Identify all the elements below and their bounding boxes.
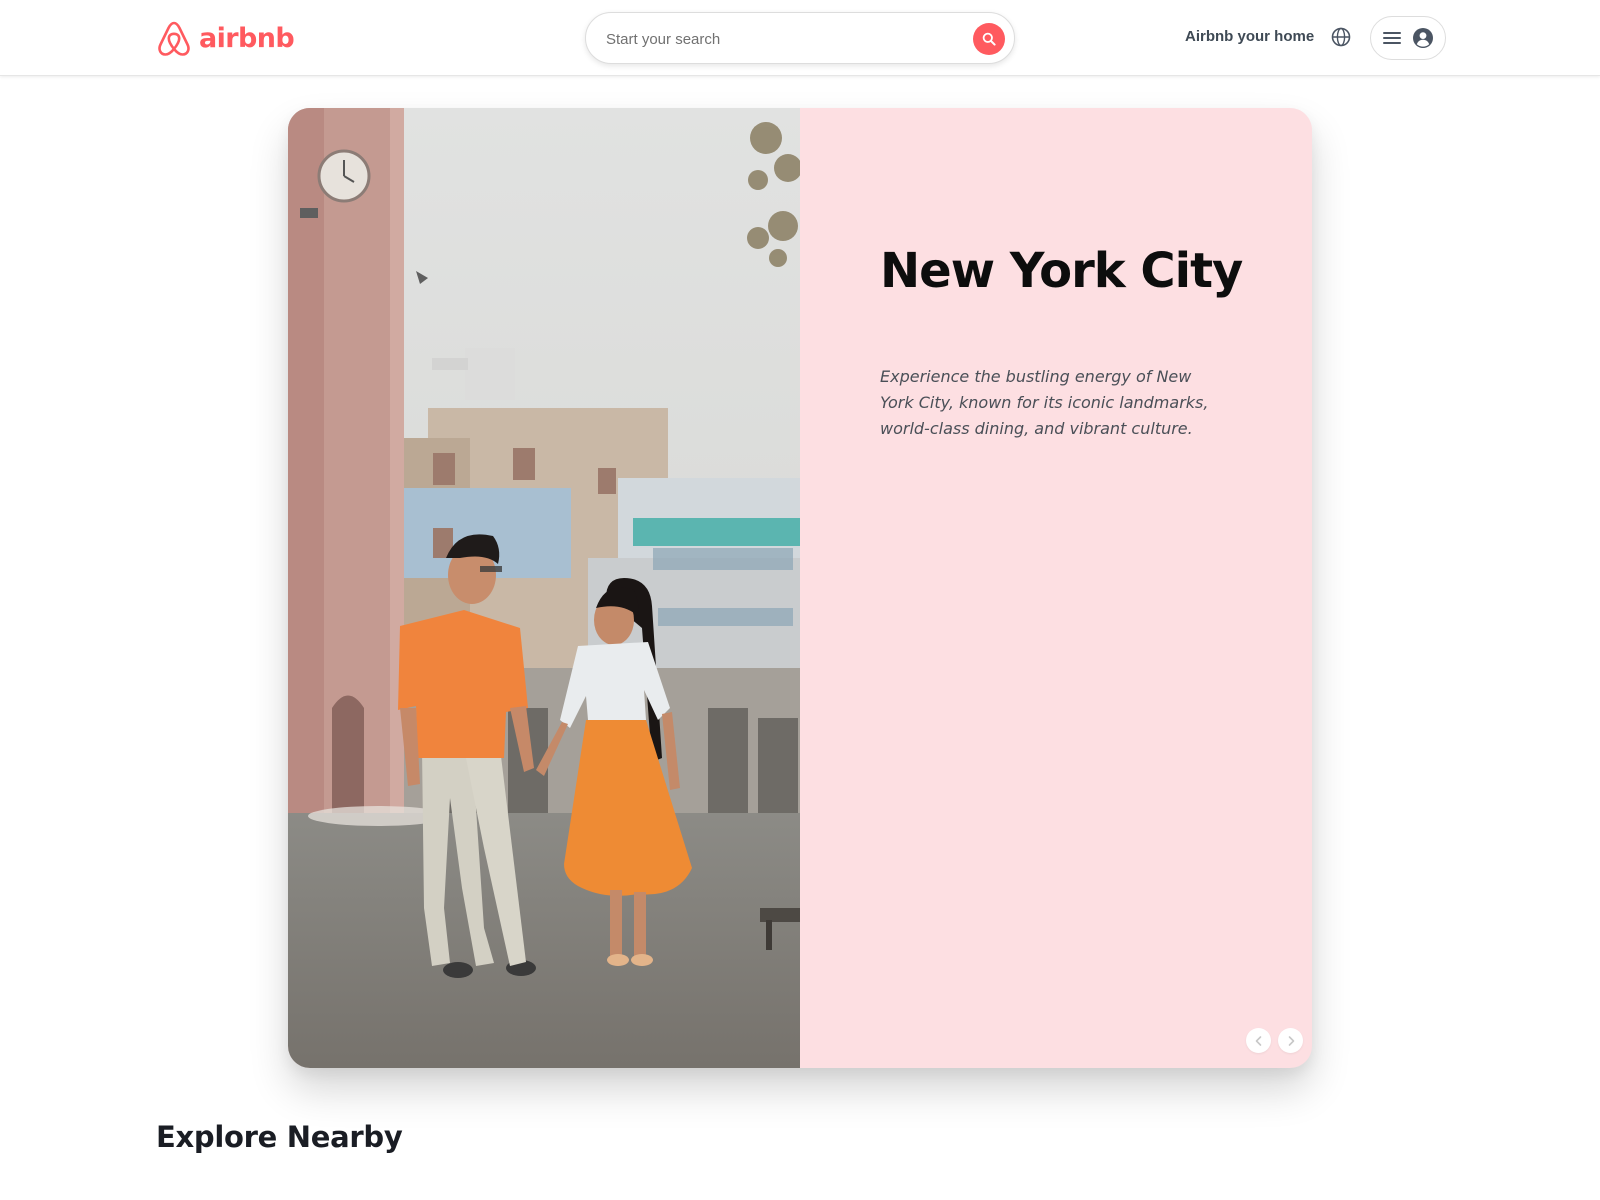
search-button[interactable] — [973, 23, 1005, 55]
search-bar[interactable] — [585, 12, 1015, 64]
logo-wordmark: airbnb — [199, 22, 295, 54]
top-navbar: airbnb Airbnb your home — [0, 0, 1600, 76]
explore-nearby-heading: Explore Nearby — [156, 1120, 403, 1154]
globe-icon — [1331, 27, 1351, 47]
chevron-left-icon — [1255, 1035, 1261, 1046]
profile-menu-button[interactable] — [1370, 16, 1446, 60]
airbnb-logo[interactable]: airbnb — [155, 18, 295, 58]
airbnb-belo-icon — [158, 21, 190, 56]
search-icon — [982, 32, 996, 46]
destination-description: Experience the bustling energy of New Yo… — [880, 367, 1209, 438]
featured-destination-card: New York City Experience the bustling en… — [288, 108, 1312, 1068]
hamburger-menu-icon — [1383, 32, 1401, 44]
destination-info-panel: New York City Experience the bustling en… — [800, 108, 1312, 1068]
carousel-prev-button[interactable] — [1246, 1028, 1271, 1053]
chevron-right-icon — [1288, 1035, 1294, 1046]
destination-title: New York City — [880, 243, 1243, 299]
carousel-next-button[interactable] — [1278, 1028, 1303, 1053]
user-avatar-icon — [1413, 28, 1433, 48]
airbnb-your-home-link[interactable]: Airbnb your home — [1185, 28, 1314, 45]
search-input[interactable] — [606, 25, 946, 53]
hero-photo — [288, 108, 800, 1068]
language-button[interactable] — [1330, 26, 1352, 48]
